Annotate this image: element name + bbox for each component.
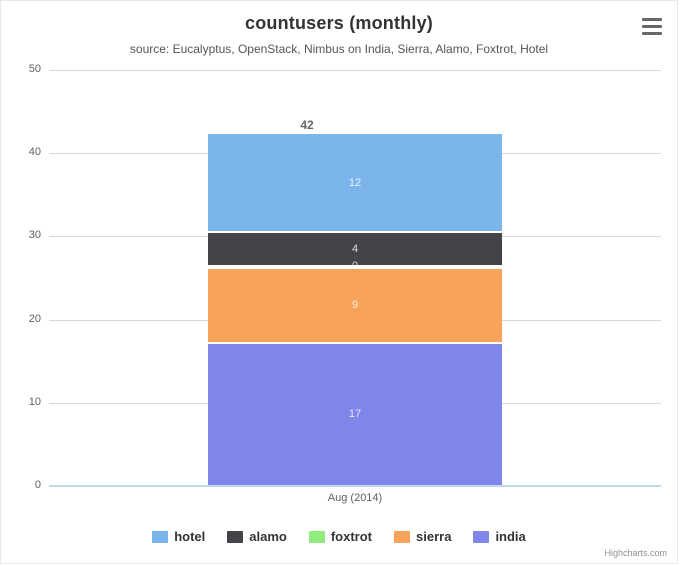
legend-label-hotel: hotel: [174, 529, 206, 544]
legend-item-foxtrot[interactable]: foxtrot: [308, 529, 373, 544]
legend-label-india: india: [495, 529, 526, 544]
stacked-bar-column[interactable]: 12 4 0 9 17: [208, 133, 502, 485]
chart-container: countusers (monthly) source: Eucalyptus,…: [0, 0, 678, 564]
y-axis-tick-label: 0: [34, 479, 41, 491]
y-axis: 0 10 20 30 40 50: [1, 63, 41, 491]
chart-subtitle: source: Eucalyptus, OpenStack, Nimbus on…: [129, 42, 549, 56]
legend-item-india[interactable]: india: [473, 529, 526, 544]
gridline-50: [49, 70, 661, 71]
y-axis-tick-label: 10: [28, 395, 41, 408]
legend-swatch-foxtrot: [308, 530, 325, 543]
credits-link[interactable]: Highcharts.com: [604, 548, 667, 558]
gridline-0: [49, 486, 661, 487]
bar-segment-alamo[interactable]: 4: [208, 233, 502, 267]
hamburger-bar-2: [642, 24, 662, 28]
legend-item-alamo[interactable]: alamo: [227, 529, 287, 544]
y-axis-tick-label: 20: [28, 312, 41, 325]
legend-swatch-sierra: [394, 530, 411, 543]
y-axis-tick-label: 50: [28, 63, 41, 75]
legend-label-foxtrot: foxtrot: [330, 529, 373, 544]
bar-segment-sierra[interactable]: 9: [208, 268, 502, 344]
legend-label-alamo: alamo: [249, 529, 287, 544]
legend-swatch-hotel: [152, 530, 169, 543]
y-axis-tick-label: 30: [28, 229, 41, 242]
legend-swatch-alamo: [227, 530, 244, 543]
bar-segment-value-alamo: 4: [351, 243, 359, 256]
chart-title: countusers (monthly): [244, 13, 433, 33]
bar-segment-hotel[interactable]: 12: [208, 133, 502, 234]
y-axis-tick-label: 40: [28, 146, 41, 159]
x-axis-tick-label: Aug (2014): [327, 492, 383, 504]
bar-segment-value-india: 17: [348, 408, 362, 421]
legend-swatch-india: [473, 530, 490, 543]
hamburger-menu-icon[interactable]: [640, 15, 664, 37]
legend-label-sierra: sierra: [416, 529, 452, 544]
x-axis-line: [49, 485, 661, 486]
hamburger-bar-3: [642, 31, 662, 35]
hamburger-bar-1: [642, 17, 662, 21]
stack-total-label: 42: [300, 117, 314, 132]
legend-item-hotel[interactable]: hotel: [152, 529, 205, 544]
bar-segment-india[interactable]: 17: [208, 343, 502, 485]
legend: hotel alamo foxtrot sierra india: [1, 529, 677, 544]
legend-item-sierra[interactable]: sierra: [394, 529, 451, 544]
bar-segment-value-sierra: 9: [351, 299, 359, 312]
bar-segment-value-hotel: 12: [348, 176, 362, 189]
plot-area: 12 4 0 9 17: [49, 70, 661, 487]
